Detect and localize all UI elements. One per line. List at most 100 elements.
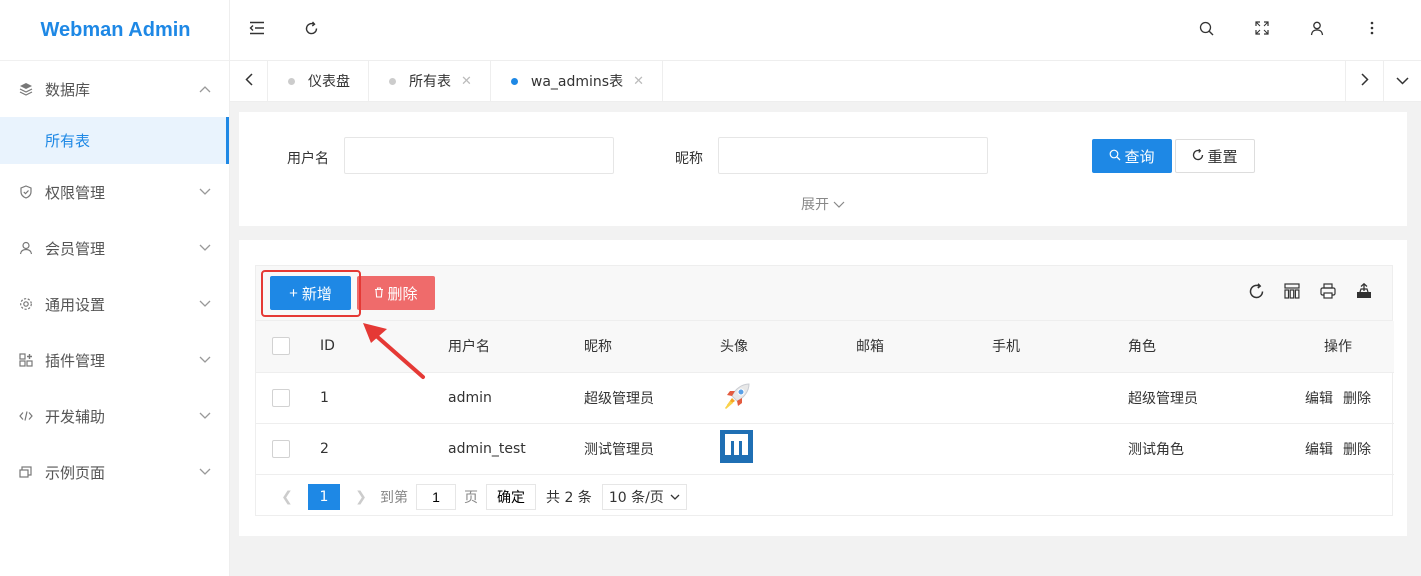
cell-username: admin [448,372,584,424]
sidebar-item-plugins[interactable]: 插件管理 [0,332,229,388]
chevron-right-icon [1360,72,1369,90]
cell-mobile [992,423,1128,475]
columns-filter-button[interactable] [1274,281,1310,305]
page-size-select[interactable]: 10 条/页 [601,483,687,510]
tab-menu-button[interactable] [1383,61,1421,101]
tab-dot [288,77,295,85]
refresh-icon [1192,148,1204,165]
reset-label: 重置 [1207,148,1238,166]
table-toolbar: + 新增 删除 [256,266,1392,321]
chevron-down-icon [199,466,211,479]
tab-scroll-right-button[interactable] [1345,61,1383,101]
sidebar-item-label: 通用设置 [45,295,106,314]
sidebar-item-permissions[interactable]: 权限管理 [0,164,229,220]
row-checkbox[interactable] [272,439,290,458]
close-icon[interactable]: ✕ [633,74,644,89]
tab-dot [389,77,396,85]
chevron-down-icon [199,186,211,199]
tab-label: wa_admins表 [530,74,624,90]
query-button[interactable]: 查询 [1092,139,1172,173]
sidebar-subitem-all-tables[interactable]: 所有表 [0,117,229,164]
cell-actions: 编辑 删除 [1282,372,1394,424]
code-icon [19,409,33,423]
query-label: 查询 [1124,148,1155,166]
cell-role: 超级管理员 [1128,372,1282,424]
sidebar-item-label: 会员管理 [45,239,106,258]
nickname-label: 昵称 [675,151,703,167]
rocket-avatar[interactable] [720,379,754,417]
menu-fold-button[interactable] [230,0,284,61]
tab-all-tables[interactable]: 所有表 ✕ [369,61,491,101]
export-button[interactable] [1346,281,1382,305]
reset-button[interactable]: 重置 [1175,139,1255,173]
cell-avatar [720,423,856,475]
edit-link[interactable]: 编辑 [1305,391,1333,407]
username-input[interactable] [344,137,614,174]
user-icon [19,241,33,255]
chevron-down-icon [833,197,845,213]
data-table-wrapper: + 新增 删除 ID 用户名 昵称 头像 邮箱 手机 角色 操作 1 admin… [255,265,1394,516]
fullscreen-button[interactable] [1234,0,1289,61]
top-header [230,0,1421,61]
nickname-input[interactable] [718,137,988,174]
chevron-right-icon[interactable]: ❯ [346,489,376,505]
username-label: 用户名 [287,151,329,167]
select-all-cell [256,321,312,373]
chevron-down-icon [199,242,211,255]
plugin-icon [19,353,33,367]
column-header: 用户名 [448,321,584,373]
delete-button[interactable]: 删除 [357,276,435,310]
refresh-button[interactable] [284,0,338,61]
row-select-cell [256,372,312,424]
tab-bar: 仪表盘 所有表 ✕ wa_admins表 ✕ [230,61,1421,102]
total-count: 共 2 条 [546,489,592,506]
sidebar-item-label: 示例页面 [45,463,106,482]
goto-confirm-button[interactable]: 确定 [486,483,536,510]
table-row: 1 admin 超级管理员 超级管理员 编辑 删除 [256,372,1394,424]
sidebar-item-database[interactable]: 数据库 [0,61,229,117]
close-icon[interactable]: ✕ [461,74,472,89]
add-label: 新增 [301,285,332,303]
chevron-left-icon [244,72,253,90]
sidebar: Webman Admin 数据库 所有表 权限管理 会员管理 通用设置 插件管理 [0,0,230,576]
page-icon [19,465,33,479]
search-form: 用户名 昵称 查询 重置 展开 [239,112,1407,226]
refresh-icon [1248,282,1265,304]
sidebar-item-dev-tools[interactable]: 开发辅助 [0,388,229,444]
sidebar-item-examples[interactable]: 示例页面 [0,444,229,500]
expand-button[interactable]: 展开 [801,194,845,214]
row-checkbox[interactable] [272,388,290,407]
select-all-checkbox[interactable] [272,337,290,356]
page-current[interactable]: 1 [308,483,340,510]
edit-link[interactable]: 编辑 [1305,442,1333,458]
tabs: 仪表盘 所有表 ✕ wa_admins表 ✕ [268,61,1345,101]
delete-link[interactable]: 删除 [1343,442,1371,458]
print-button[interactable] [1310,281,1346,305]
column-header: ID [312,321,448,373]
column-header: 昵称 [584,321,720,373]
sidebar-item-members[interactable]: 会员管理 [0,220,229,276]
user-menu-button[interactable] [1289,0,1344,61]
table-header-row: ID 用户名 昵称 头像 邮箱 手机 角色 操作 [256,321,1394,373]
tab-dot [510,77,518,85]
cell-actions: 编辑 删除 [1282,423,1394,475]
tab-wa-admins[interactable]: wa_admins表 ✕ [491,61,664,101]
tab-scroll-left-button[interactable] [230,61,268,101]
column-header: 操作 [1282,321,1394,373]
chevron-up-icon [199,83,211,96]
tab-dashboard[interactable]: 仪表盘 [268,61,369,101]
sidebar-item-settings[interactable]: 通用设置 [0,276,229,332]
chevron-left-icon[interactable]: ❮ [272,489,302,505]
add-button[interactable]: + 新增 [270,276,351,310]
goto-page-input[interactable] [416,483,456,510]
search-button[interactable] [1179,0,1234,61]
blue-logo-avatar[interactable] [720,430,753,467]
goto-suffix: 页 [464,489,478,506]
expand-label: 展开 [801,197,829,213]
app-logo: Webman Admin [0,0,229,61]
table-refresh-button[interactable] [1238,281,1274,305]
delete-label: 删除 [387,285,418,303]
more-button[interactable] [1344,0,1399,61]
chevron-down-icon [199,354,211,367]
delete-link[interactable]: 删除 [1343,391,1371,407]
